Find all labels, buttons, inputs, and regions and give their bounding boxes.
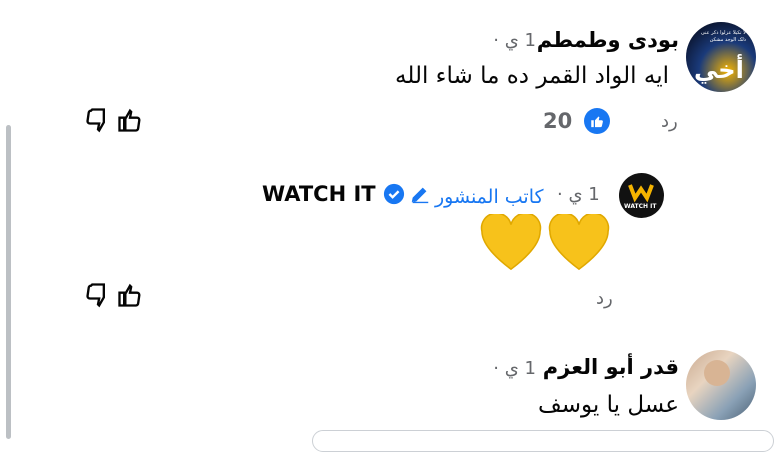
vote-buttons <box>84 281 144 313</box>
reply-button[interactable]: رد <box>596 288 613 309</box>
yellow-heart-icon <box>480 214 542 271</box>
comment-author[interactable]: قدر أبو العزم <box>543 355 679 379</box>
avatar-caption: لا تكيلا عزلوا ذكر عنی ذلک الوجد مشکن <box>700 30 746 43</box>
author-badge: كاتب المنشور <box>409 183 544 210</box>
reply-button[interactable]: رد <box>661 111 678 132</box>
verified-badge-icon <box>383 183 405 209</box>
avatar[interactable]: WATCH IT <box>619 173 664 218</box>
watchit-logo-icon <box>628 184 654 203</box>
avatar[interactable]: لا تكيلا عزلوا ذكر عنی ذلک الوجد مشکن أخ… <box>686 22 756 92</box>
avatar-text: WATCH IT <box>624 203 657 210</box>
avatar[interactable] <box>686 350 756 420</box>
comment-time[interactable]: 1 ي · <box>493 30 536 51</box>
comment-time[interactable]: 1 ي · <box>493 358 536 379</box>
like-reaction-icon <box>584 108 610 134</box>
yellow-heart-icon <box>548 214 610 271</box>
thumb-down-icon[interactable] <box>84 281 112 313</box>
comment-time[interactable]: 1 ي · <box>557 184 600 205</box>
comment-text: 💛💛 <box>0 0 1 1</box>
comment-text: عسل يا يوسف <box>537 392 679 418</box>
avatar-text: أخي <box>694 56 744 84</box>
comment-author[interactable]: بودى وطمطم <box>537 28 679 52</box>
thumb-down-icon[interactable] <box>84 106 112 138</box>
pencil-icon <box>409 183 431 210</box>
scrollbar[interactable] <box>6 125 11 439</box>
comment-author[interactable]: WATCH IT <box>262 182 376 206</box>
thumb-up-icon[interactable] <box>116 281 144 313</box>
like-count[interactable]: 20 <box>543 109 572 133</box>
comment-text: ايه الواد القمر ده ما شاء الله <box>395 63 669 89</box>
avatar-photo-icon <box>704 360 730 386</box>
vote-buttons <box>84 106 144 138</box>
thumb-up-icon[interactable] <box>116 106 144 138</box>
comment-composer[interactable] <box>312 430 774 452</box>
